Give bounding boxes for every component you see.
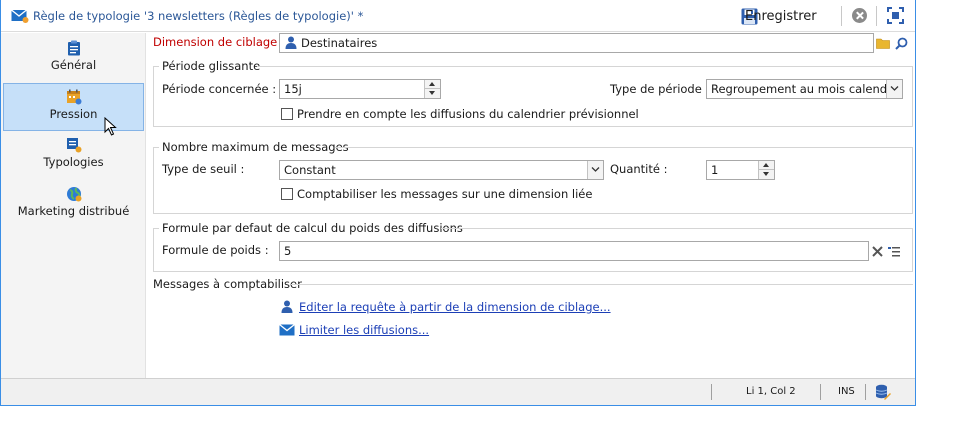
period-spinner — [424, 80, 440, 98]
person-icon — [285, 36, 297, 49]
messages-group-title: Messages à comptabiliser — [153, 277, 302, 291]
linked-dimension-checkbox[interactable] — [281, 188, 293, 200]
clear-icon[interactable] — [872, 246, 883, 257]
chevron-down-icon[interactable] — [890, 84, 899, 93]
close-icon[interactable] — [852, 8, 867, 23]
status-separator — [820, 384, 821, 400]
database-icon[interactable] — [875, 384, 891, 400]
spin-down-icon[interactable] — [425, 89, 440, 98]
period-type-dropdown — [886, 80, 902, 98]
sidebar-item-pression[interactable]: Pression — [3, 83, 144, 131]
search-icon[interactable] — [895, 37, 908, 50]
quantity-label: Quantité : — [610, 162, 668, 176]
window-title: Règle de typologie '3 newsletters (Règle… — [33, 9, 364, 23]
group-divider — [335, 147, 913, 148]
weight-formula-value: 5 — [284, 244, 292, 258]
group-divider — [912, 147, 913, 213]
save-button[interactable]: Enregistrer — [741, 5, 817, 27]
chevron-down-icon[interactable] — [591, 165, 600, 174]
spin-up-icon[interactable] — [425, 80, 440, 89]
group-divider — [257, 66, 913, 67]
sidebar-item-typologies[interactable]: Typologies — [3, 132, 144, 180]
envelope-icon — [279, 324, 295, 336]
sidebar-item-marketing-distribue[interactable]: Marketing distribué — [3, 181, 144, 229]
weight-formula-label: Formule de poids : — [162, 243, 269, 257]
sidebar-item-general[interactable]: Général — [3, 35, 144, 83]
quantity-value: 1 — [711, 163, 719, 177]
spin-down-icon[interactable] — [759, 170, 774, 179]
limit-deliveries-link[interactable]: Limiter les diffusions... — [299, 323, 429, 337]
mouse-cursor-icon — [104, 117, 117, 136]
period-group-title: Période glissante — [162, 59, 261, 73]
group-divider — [291, 284, 913, 285]
max-group-title: Nombre maximum de messages — [162, 140, 349, 154]
formula-group-title: Formule par defaut de calcul du poids de… — [162, 221, 463, 235]
period-value: 15j — [284, 82, 302, 96]
sidebar-item-label: Général — [50, 58, 97, 72]
main-panel: Dimension de ciblage : Destinataires Pér… — [147, 33, 915, 378]
group-divider — [153, 66, 154, 126]
threshold-type-value: Constant — [284, 163, 336, 177]
sidebar-item-label: Typologies — [43, 155, 104, 169]
group-divider — [153, 147, 154, 213]
forecast-calendar-label: Prendre en compte les diffusions du cale… — [297, 107, 639, 121]
threshold-type-dropdown — [587, 161, 603, 179]
threshold-type-label: Type de seuil : — [162, 162, 245, 176]
spin-up-icon[interactable] — [759, 161, 774, 170]
sidebar-item-label: Marketing distribué — [17, 204, 130, 218]
fullscreen-icon[interactable] — [887, 7, 904, 24]
envelope-icon — [11, 9, 29, 23]
group-divider — [441, 228, 913, 229]
toolbar-separator — [841, 6, 842, 26]
insert-mode: INS — [838, 386, 855, 397]
calendar-icon — [66, 89, 81, 105]
globe-icon — [66, 187, 81, 202]
linked-dimension-label: Comptabiliser les messages sur une dimen… — [297, 187, 593, 201]
targeting-dimension-value: Destinataires — [301, 36, 378, 50]
clipboard-icon — [67, 40, 80, 56]
typology-icon — [66, 138, 81, 153]
forecast-calendar-checkbox[interactable] — [281, 108, 293, 120]
group-divider — [153, 271, 913, 272]
group-divider — [912, 66, 913, 126]
sidebar: Général Pression Typologies Marketing di… — [1, 33, 146, 378]
cursor-position: Li 1, Col 2 — [746, 386, 796, 397]
save-label: Enregistrer — [745, 8, 817, 24]
expression-editor-icon[interactable] — [888, 246, 900, 257]
group-divider — [912, 228, 913, 271]
toolbar-separator — [876, 6, 877, 26]
status-separator — [865, 384, 866, 400]
folder-icon[interactable] — [876, 37, 890, 49]
title-bar: Règle de typologie '3 newsletters (Règle… — [1, 0, 915, 32]
status-bar: Li 1, Col 2 INS — [1, 378, 915, 405]
edit-query-link[interactable]: Editer la requête à partir de la dimensi… — [299, 300, 611, 314]
weight-formula-field[interactable]: 5 — [279, 241, 869, 261]
group-divider — [153, 126, 913, 127]
quantity-stepper[interactable]: 1 — [706, 160, 775, 180]
person-icon — [281, 300, 293, 313]
period-type-label: Type de période : — [610, 82, 710, 96]
period-stepper[interactable]: 15j — [279, 79, 441, 99]
period-type-value: Regroupement au mois calendaire — [711, 82, 903, 96]
period-type-select[interactable]: Regroupement au mois calendaire — [706, 79, 903, 99]
targeting-dimension-label: Dimension de ciblage : — [153, 35, 285, 49]
group-divider — [153, 213, 913, 214]
group-divider — [153, 228, 154, 271]
sidebar-item-label: Pression — [49, 107, 98, 121]
period-label: Période concernée : — [162, 82, 277, 96]
status-separator — [711, 384, 712, 400]
editor-window: Règle de typologie '3 newsletters (Règle… — [0, 0, 916, 406]
targeting-dimension-field[interactable]: Destinataires — [279, 33, 874, 53]
threshold-type-select[interactable]: Constant — [279, 160, 604, 180]
quantity-spinner — [758, 161, 774, 179]
